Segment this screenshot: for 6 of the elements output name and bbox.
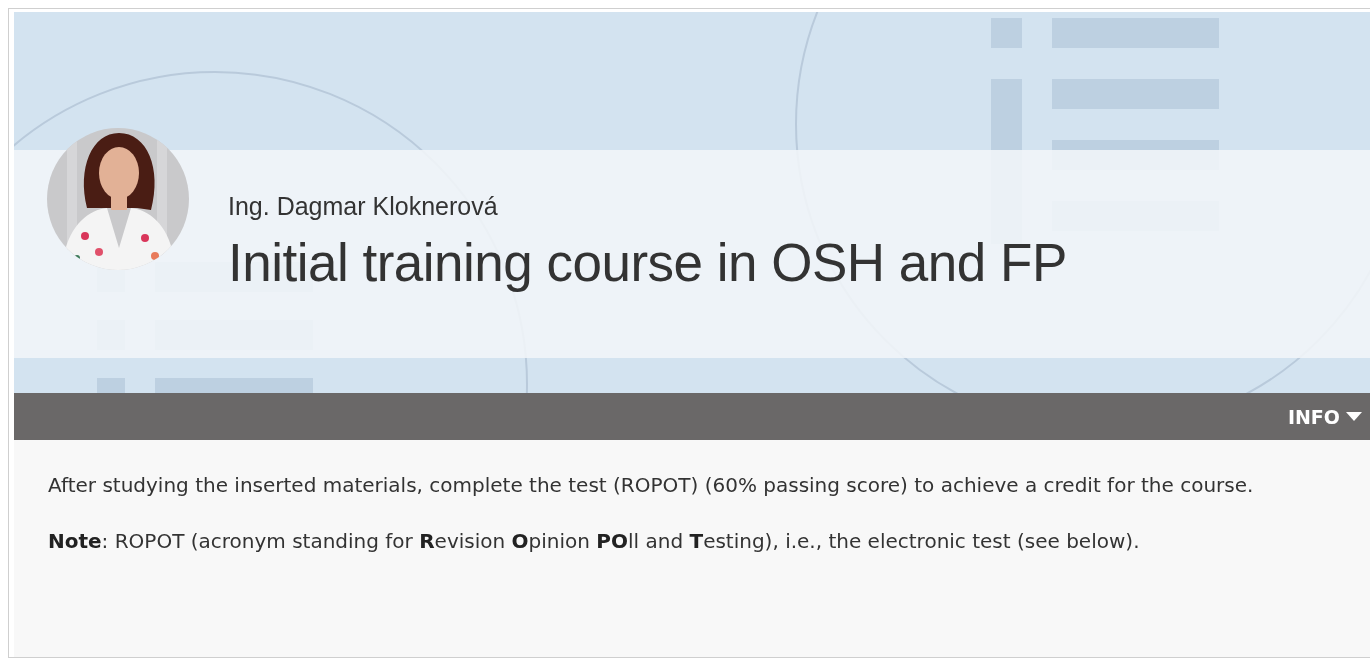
info-button[interactable]: INFO [1283,405,1370,428]
paragraph: Note: ROPOT (acronym standing for Revision Opinion POll and Testing), i.e., the electronic test (see below). [48,528,1141,555]
author-name: Ing. Dagmar Kloknerová [228,191,499,222]
paragraph: After studying the inserted materials, complete the test (ROPOT) (60% passing score) to achieve a credit for the course. [48,472,1255,499]
caret-icon [1346,412,1362,421]
course-title: Initial training course in OSH and FP [228,232,1067,294]
